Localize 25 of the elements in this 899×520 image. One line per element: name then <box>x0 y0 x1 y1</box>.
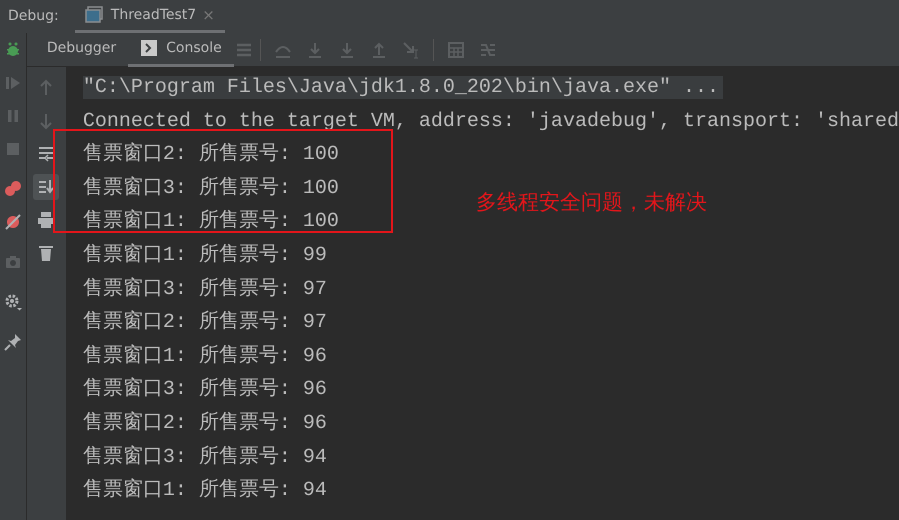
mute-breakpoints-icon[interactable] <box>2 212 23 232</box>
console-line: 售票窗口2: 所售票号: 96 <box>82 412 327 435</box>
tool-tab[interactable]: Debugger <box>34 32 128 66</box>
console-line: 售票窗口3: 所售票号: 94 <box>82 446 327 469</box>
tab-title: ThreadTest7 <box>110 6 196 24</box>
scroll-to-end-icon[interactable] <box>33 174 60 200</box>
debug-label: Debug: <box>7 7 60 26</box>
pin-icon[interactable] <box>2 332 23 352</box>
calculator-icon[interactable] <box>446 40 466 60</box>
console-line: 售票窗口1: 所售票号: 94 <box>82 479 327 502</box>
run-to-cursor-icon[interactable] <box>400 40 421 60</box>
window-icon <box>84 5 105 25</box>
annotation-text: 多线程安全问题，未解决 <box>476 189 707 216</box>
settings-icon[interactable] <box>2 292 23 312</box>
console-line: Connected to the target VM, address: 'javadebug', transport: 'shared <box>82 110 899 133</box>
console-line: 售票窗口1: 所售票号: 96 <box>82 344 327 368</box>
run-tab[interactable]: ThreadTest7 × <box>74 0 225 33</box>
breakpoints-icon[interactable] <box>2 178 23 198</box>
console-line: 售票窗口2: 所售票号: 100 <box>82 143 339 166</box>
console-line: 售票窗口3: 所售票号: 100 <box>82 176 339 200</box>
console-line: 售票窗口1: 所售票号: 100 <box>82 210 339 234</box>
console-line: 售票窗口1: 所售票号: 99 <box>82 244 327 267</box>
console-line: 售票窗口3: 所售票号: 97 <box>82 278 327 301</box>
console-line: 售票窗口2: 所售票号: 97 <box>82 311 327 334</box>
console-line: 售票窗口3: 所售票号: 96 <box>82 378 327 402</box>
